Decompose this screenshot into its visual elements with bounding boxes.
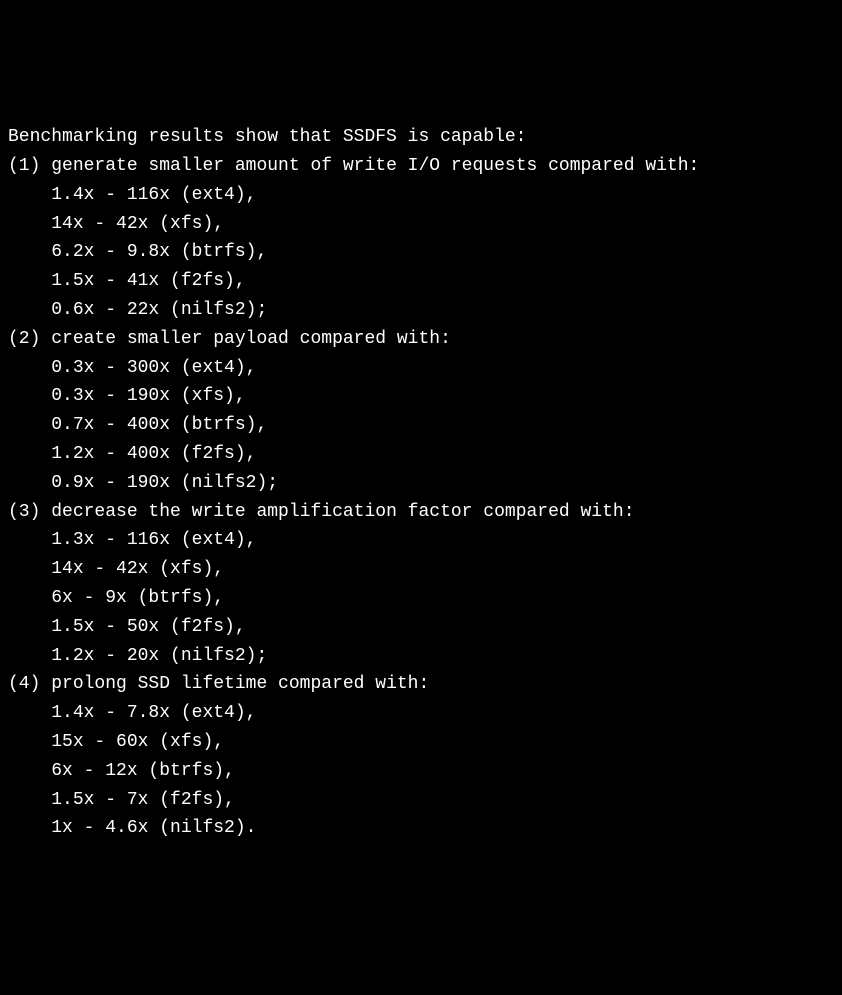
benchmark-item: 14x - 42x (xfs), xyxy=(8,210,834,239)
benchmark-item: 1.5x - 7x (f2fs), xyxy=(8,786,834,815)
section-header: (3) decrease the write amplification fac… xyxy=(8,498,834,527)
benchmark-item: 0.9x - 190x (nilfs2); xyxy=(8,469,834,498)
benchmark-item: 1.4x - 7.8x (ext4), xyxy=(8,699,834,728)
benchmark-item: 0.6x - 22x (nilfs2); xyxy=(8,296,834,325)
benchmark-item: 0.7x - 400x (btrfs), xyxy=(8,411,834,440)
benchmark-item: 1.2x - 400x (f2fs), xyxy=(8,440,834,469)
section-header: (2) create smaller payload compared with… xyxy=(8,325,834,354)
benchmark-item: 1.3x - 116x (ext4), xyxy=(8,526,834,555)
section-header: (4) prolong SSD lifetime compared with: xyxy=(8,670,834,699)
benchmark-item: 0.3x - 190x (xfs), xyxy=(8,382,834,411)
section-title: generate smaller amount of write I/O req… xyxy=(51,156,699,176)
benchmark-item: 6x - 9x (btrfs), xyxy=(8,584,834,613)
benchmark-item: 6x - 12x (btrfs), xyxy=(8,757,834,786)
benchmark-item: 1x - 4.6x (nilfs2). xyxy=(8,814,834,843)
section-num: (1) xyxy=(8,156,40,176)
benchmark-item: 14x - 42x (xfs), xyxy=(8,555,834,584)
section-header: (1) generate smaller amount of write I/O… xyxy=(8,152,834,181)
header-line: Benchmarking results show that SSDFS is … xyxy=(8,123,834,152)
section-num: (4) xyxy=(8,674,40,694)
benchmark-item: 6.2x - 9.8x (btrfs), xyxy=(8,238,834,267)
section-title: decrease the write amplification factor … xyxy=(51,502,634,522)
benchmark-item: 0.3x - 300x (ext4), xyxy=(8,354,834,383)
benchmark-item: 15x - 60x (xfs), xyxy=(8,728,834,757)
benchmark-item: 1.4x - 116x (ext4), xyxy=(8,181,834,210)
benchmark-item: 1.5x - 50x (f2fs), xyxy=(8,613,834,642)
benchmark-item: 1.5x - 41x (f2fs), xyxy=(8,267,834,296)
section-num: (3) xyxy=(8,502,40,522)
section-title: prolong SSD lifetime compared with: xyxy=(51,674,429,694)
section-title: create smaller payload compared with: xyxy=(51,329,451,349)
benchmark-item: 1.2x - 20x (nilfs2); xyxy=(8,642,834,671)
section-num: (2) xyxy=(8,329,40,349)
